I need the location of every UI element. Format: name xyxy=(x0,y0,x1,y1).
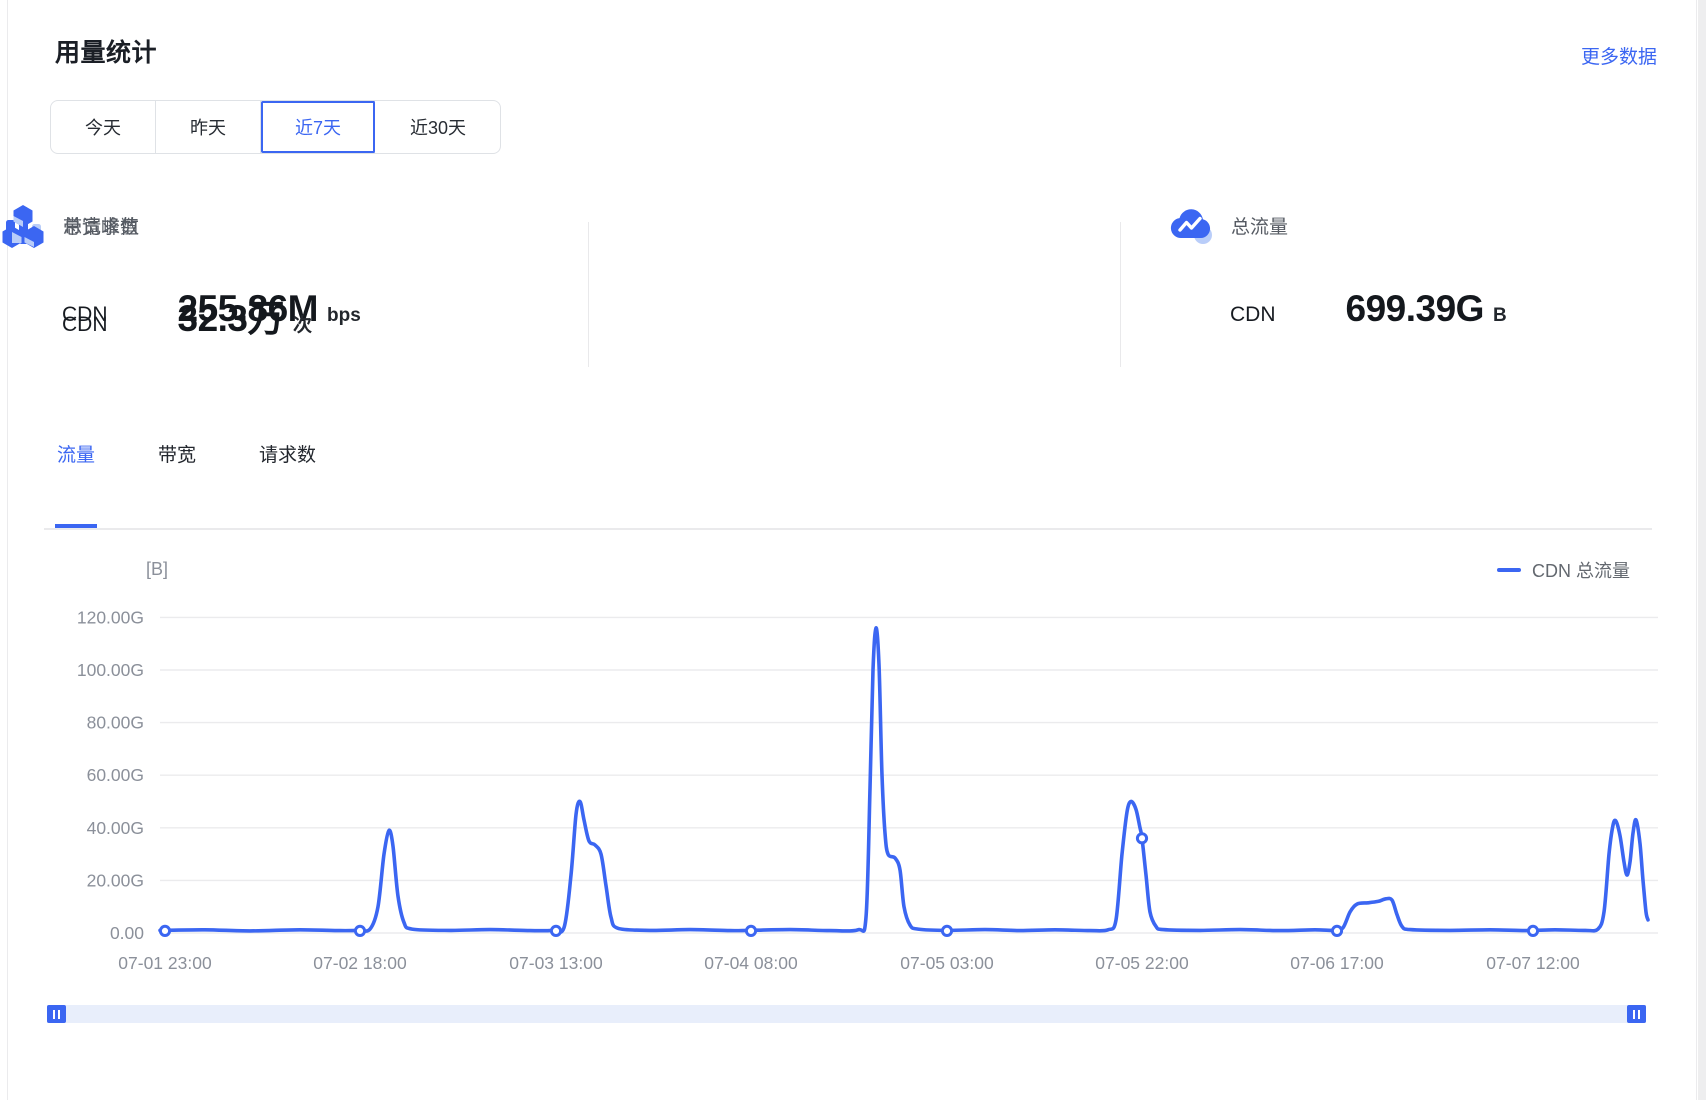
legend-label: CDN 总流量 xyxy=(1532,557,1630,583)
slider-right-handle pause-icon[interactable] xyxy=(1627,1005,1646,1023)
x-axis-label: 07-05 22:00 xyxy=(1095,953,1189,973)
more-data-link[interactable]: 更多数据 xyxy=(1581,42,1657,69)
stat-value: 699.39G xyxy=(1346,288,1484,330)
x-axis-label: 07-04 08:00 xyxy=(704,953,798,973)
slider-left-handle pause-icon[interactable] xyxy=(47,1005,66,1023)
page-scrollbar-track[interactable] xyxy=(1698,0,1706,1100)
stat-value-row: CDN 32.3万 次 xyxy=(0,288,312,342)
traffic-line-chart: 120.00G 100.00G 80.00G 60.00G 40.00G 20.00G 0.… xyxy=(0,0,1706,1100)
stat-value: 32.3万 xyxy=(178,288,285,342)
stat-unit: B xyxy=(1493,305,1507,327)
y-axis-label: 80.00G xyxy=(87,713,144,733)
y-axis-label: 20.00G xyxy=(87,870,144,890)
y-axis-label: 40.00G xyxy=(87,818,144,838)
stat-card-header: 总请求数 xyxy=(0,202,312,248)
y-axis-label: 100.00G xyxy=(77,660,144,680)
stat-label: 总流量 xyxy=(1231,212,1288,239)
x-axis-label: 07-06 17:00 xyxy=(1290,953,1384,973)
range-tab-2[interactable]: 近7天 xyxy=(261,101,376,153)
y-axis-label: 0.00 xyxy=(110,923,144,943)
page-title: 用量统计 xyxy=(55,33,157,69)
range-tab-3[interactable]: 近30天 xyxy=(376,101,500,153)
metric-tab-1[interactable]: 带宽 xyxy=(156,440,198,528)
pause-bar xyxy=(58,1010,60,1019)
card-right-border xyxy=(1696,0,1697,1100)
x-axis-label: 07-01 23:00 xyxy=(118,953,212,973)
y-axis-label: 120.00G xyxy=(77,607,144,627)
data-point-marker xyxy=(942,926,951,935)
stat-product: CDN xyxy=(62,313,108,337)
x-axis-label: 07-07 12:00 xyxy=(1486,953,1580,973)
data-point-marker xyxy=(355,926,364,935)
data-point-marker xyxy=(1137,834,1146,843)
stat-divider xyxy=(588,222,589,367)
stat-unit: 次 xyxy=(293,310,312,337)
data-point-marker xyxy=(160,926,169,935)
stat-divider xyxy=(1120,222,1121,367)
tabs-divider-line xyxy=(44,528,1652,530)
stat-unit: bps xyxy=(327,305,361,327)
legend-line-swatch xyxy=(1497,568,1521,572)
metric-tab-0[interactable]: 流量 xyxy=(55,440,97,528)
y-axis-unit-label: [B] xyxy=(146,559,168,580)
pause-bar xyxy=(53,1010,55,1019)
requests-cubes-icon xyxy=(0,202,46,248)
x-axis-label: 07-03 13:00 xyxy=(509,953,603,973)
series-line-cdn-total-traffic xyxy=(160,628,1648,932)
data-point-marker xyxy=(746,926,755,935)
chart-legend[interactable]: CDN 总流量 xyxy=(1497,557,1630,583)
stat-label: 总请求数 xyxy=(63,212,139,239)
data-point-marker xyxy=(551,926,560,935)
date-range-tab-group: 今天昨天近7天近30天 xyxy=(50,100,501,154)
range-tab-1[interactable]: 昨天 xyxy=(156,101,261,153)
cloud-traffic-icon xyxy=(1168,202,1214,248)
chart-datazoom-slider[interactable] xyxy=(47,1005,1646,1023)
data-point-marker xyxy=(1528,926,1537,935)
metric-tab-2[interactable]: 请求数 xyxy=(257,440,318,528)
card-left-border xyxy=(7,0,8,1100)
stat-value-row: CDN 699.39G B xyxy=(1168,288,1507,330)
legend-item[interactable]: CDN 总流量 xyxy=(1497,557,1630,583)
range-tab-0[interactable]: 今天 xyxy=(51,101,156,153)
x-axis-label: 07-02 18:00 xyxy=(313,953,407,973)
stat-product: CDN xyxy=(1230,303,1276,327)
stat-card-header: 总流量 xyxy=(1168,202,1507,248)
pause-bar xyxy=(1633,1010,1635,1019)
chart-metric-tab-group: 流量带宽请求数 xyxy=(55,440,377,528)
pause-bar xyxy=(1638,1010,1640,1019)
stat-card-2: 总请求数 CDN 32.3万 次 xyxy=(0,202,312,342)
y-axis-label: 60.00G xyxy=(87,765,144,785)
data-point-marker xyxy=(1332,926,1341,935)
x-axis-label: 07-05 03:00 xyxy=(900,953,994,973)
stat-card-0: 总流量 CDN 699.39G B xyxy=(1168,202,1507,330)
